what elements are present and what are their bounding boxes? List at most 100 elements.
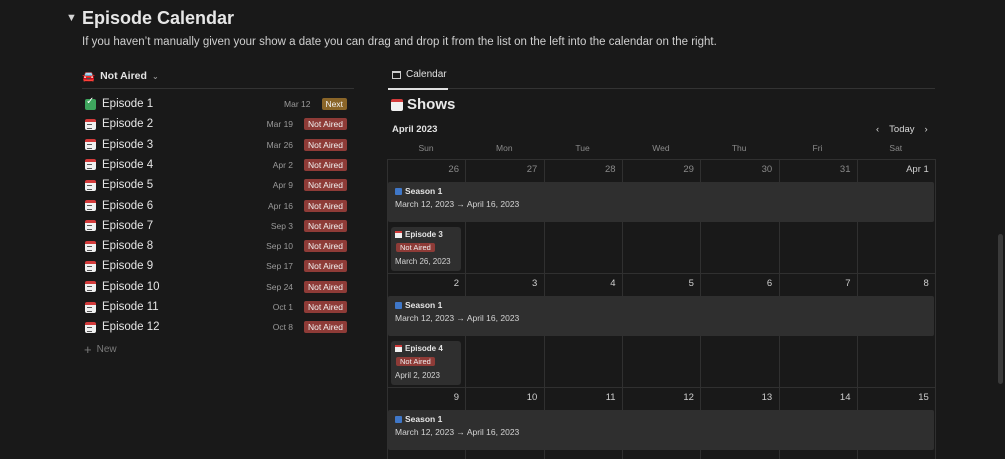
- grid-line: [935, 159, 937, 459]
- calendar-icon: [85, 118, 96, 130]
- day-number[interactable]: 31: [781, 164, 851, 175]
- car-icon: 🚘: [82, 70, 96, 83]
- status-badge: Not Aired: [304, 118, 347, 131]
- collapse-toggle-icon[interactable]: ▼: [66, 12, 77, 24]
- check-icon: [85, 96, 96, 110]
- day-number[interactable]: 29: [624, 164, 694, 175]
- episode-date: Mar 26: [266, 139, 294, 150]
- season-title: Season 1: [395, 186, 442, 196]
- episode-date: Mar 19: [266, 119, 294, 130]
- episode-name: Episode 7: [102, 219, 154, 232]
- list-view-label: Not Aired: [100, 70, 147, 82]
- status-badge: Not Aired: [304, 301, 347, 313]
- season-title-label: Season 1: [405, 300, 443, 310]
- status-badge: Not Aired: [304, 179, 347, 192]
- list-item[interactable]: Episode 1 Mar 12 Next: [82, 94, 354, 114]
- day-number[interactable]: 10: [467, 392, 538, 403]
- weekday-label: Tue: [575, 143, 590, 153]
- episode-name: Episode 2: [102, 118, 154, 131]
- day-number[interactable]: 14: [781, 392, 851, 403]
- status-badge: Not Aired: [304, 158, 347, 171]
- list-item[interactable]: Episode 2 Mar 19 Not Aired: [82, 114, 354, 134]
- episode-name: Episode 4: [102, 158, 154, 171]
- chevron-right-icon[interactable]: ›: [925, 124, 928, 135]
- season-title-label: Season 1: [405, 414, 443, 424]
- day-number[interactable]: 6: [702, 278, 772, 289]
- calendar-title: Shows: [391, 96, 455, 113]
- episode-event[interactable]: Episode 3 Not Aired March 26, 2023: [391, 227, 461, 271]
- weekday-label: Wed: [652, 143, 670, 153]
- day-number[interactable]: 5: [624, 278, 694, 289]
- new-item-button[interactable]: + New: [84, 342, 117, 357]
- weekday-label: Fri: [812, 143, 823, 153]
- season-event[interactable]: Season 1 March 12, 2023 → April 16, 2023: [388, 410, 934, 450]
- list-item[interactable]: Episode 5 Apr 9 Not Aired: [82, 175, 354, 195]
- day-number[interactable]: 3: [467, 278, 537, 289]
- status-badge: Not Aired: [304, 199, 347, 212]
- episode-name: Episode 9: [102, 260, 154, 273]
- day-number[interactable]: 12: [624, 392, 694, 403]
- calendar-icon: [85, 139, 96, 151]
- day-number[interactable]: 28: [546, 164, 616, 175]
- day-number[interactable]: 11: [546, 392, 616, 403]
- grid-line: [387, 159, 935, 160]
- day-number[interactable]: 26: [389, 164, 459, 175]
- episode-name: Episode 6: [102, 199, 154, 212]
- scrollbar[interactable]: [998, 234, 1003, 384]
- season-event[interactable]: Season 1 March 12, 2023 → April 16, 2023: [388, 296, 934, 336]
- calendar-icon: [85, 159, 96, 171]
- list-view-selector[interactable]: 🚘 Not Aired ⌄: [82, 68, 159, 84]
- list-item[interactable]: Episode 9 Sep 17 Not Aired: [82, 256, 354, 276]
- weekday-label: Mon: [496, 143, 513, 153]
- status-badge: Not Aired: [304, 321, 347, 334]
- season-dates: March 12, 2023 → April 16, 2023: [395, 313, 520, 323]
- calendar-icon: [395, 231, 402, 238]
- status-badge: Not Aired: [304, 280, 347, 293]
- list-item[interactable]: Episode 8 Sep 10 Not Aired: [82, 236, 354, 256]
- season-icon: [395, 187, 402, 195]
- list-item[interactable]: Episode 6 Apr 16 Not Aired: [82, 196, 354, 216]
- list-item[interactable]: Episode 12 Oct 8 Not Aired: [82, 317, 354, 337]
- day-number[interactable]: Apr 1: [859, 164, 929, 175]
- episode-date: Apr 9: [272, 180, 294, 191]
- list-item[interactable]: Episode 10 Sep 24 Not Aired: [82, 277, 354, 297]
- day-number[interactable]: 27: [467, 164, 538, 175]
- episode-name: Episode 8: [102, 240, 154, 253]
- day-number[interactable]: 2: [389, 278, 459, 289]
- episode-date: Mar 12: [284, 99, 311, 109]
- today-button[interactable]: Today: [889, 124, 914, 135]
- list-item[interactable]: Episode 3 Mar 26 Not Aired: [82, 135, 354, 155]
- day-number[interactable]: 9: [389, 392, 459, 403]
- calendar-icon: [85, 220, 96, 232]
- list-item[interactable]: Episode 7 Sep 3 Not Aired: [82, 216, 354, 236]
- episode-date: Apr 16: [267, 200, 294, 211]
- day-number[interactable]: 13: [702, 392, 773, 403]
- chevron-down-icon: ⌄: [151, 71, 159, 81]
- tab-calendar[interactable]: Calendar: [392, 69, 447, 80]
- episode-name: Episode 5: [102, 179, 154, 192]
- plus-icon: +: [84, 342, 92, 357]
- status-badge: Not Aired: [396, 243, 435, 252]
- season-title-label: Season 1: [405, 186, 443, 196]
- list-item[interactable]: Episode 4 Apr 2 Not Aired: [82, 155, 354, 175]
- section-description: If you haven’t manually given your show …: [82, 36, 717, 48]
- episode-title: Episode 3: [395, 230, 443, 239]
- episode-date: Sep 24: [266, 281, 294, 292]
- weekday-label: Sun: [418, 143, 434, 153]
- episode-event[interactable]: Episode 4 Not Aired April 2, 2023: [391, 341, 461, 385]
- list-item[interactable]: Episode 11 Oct 1 Not Aired: [82, 297, 354, 317]
- season-event[interactable]: Season 1 March 12, 2023 → April 16, 2023: [388, 182, 934, 222]
- day-number[interactable]: 15: [859, 392, 929, 403]
- episode-title-label: Episode 4: [405, 344, 443, 353]
- calendar-icon: [85, 321, 96, 333]
- calendar-icon: [85, 281, 96, 293]
- day-number[interactable]: 8: [859, 278, 929, 289]
- day-number[interactable]: 4: [546, 278, 615, 289]
- episode-date: Sep 3: [270, 220, 294, 231]
- tab-bar-divider: [388, 88, 935, 89]
- calendar-icon: [85, 301, 96, 313]
- chevron-left-icon[interactable]: ‹: [876, 124, 879, 135]
- day-number[interactable]: 7: [781, 278, 850, 289]
- day-number[interactable]: 30: [702, 164, 773, 175]
- episode-name: Episode 1: [102, 98, 154, 110]
